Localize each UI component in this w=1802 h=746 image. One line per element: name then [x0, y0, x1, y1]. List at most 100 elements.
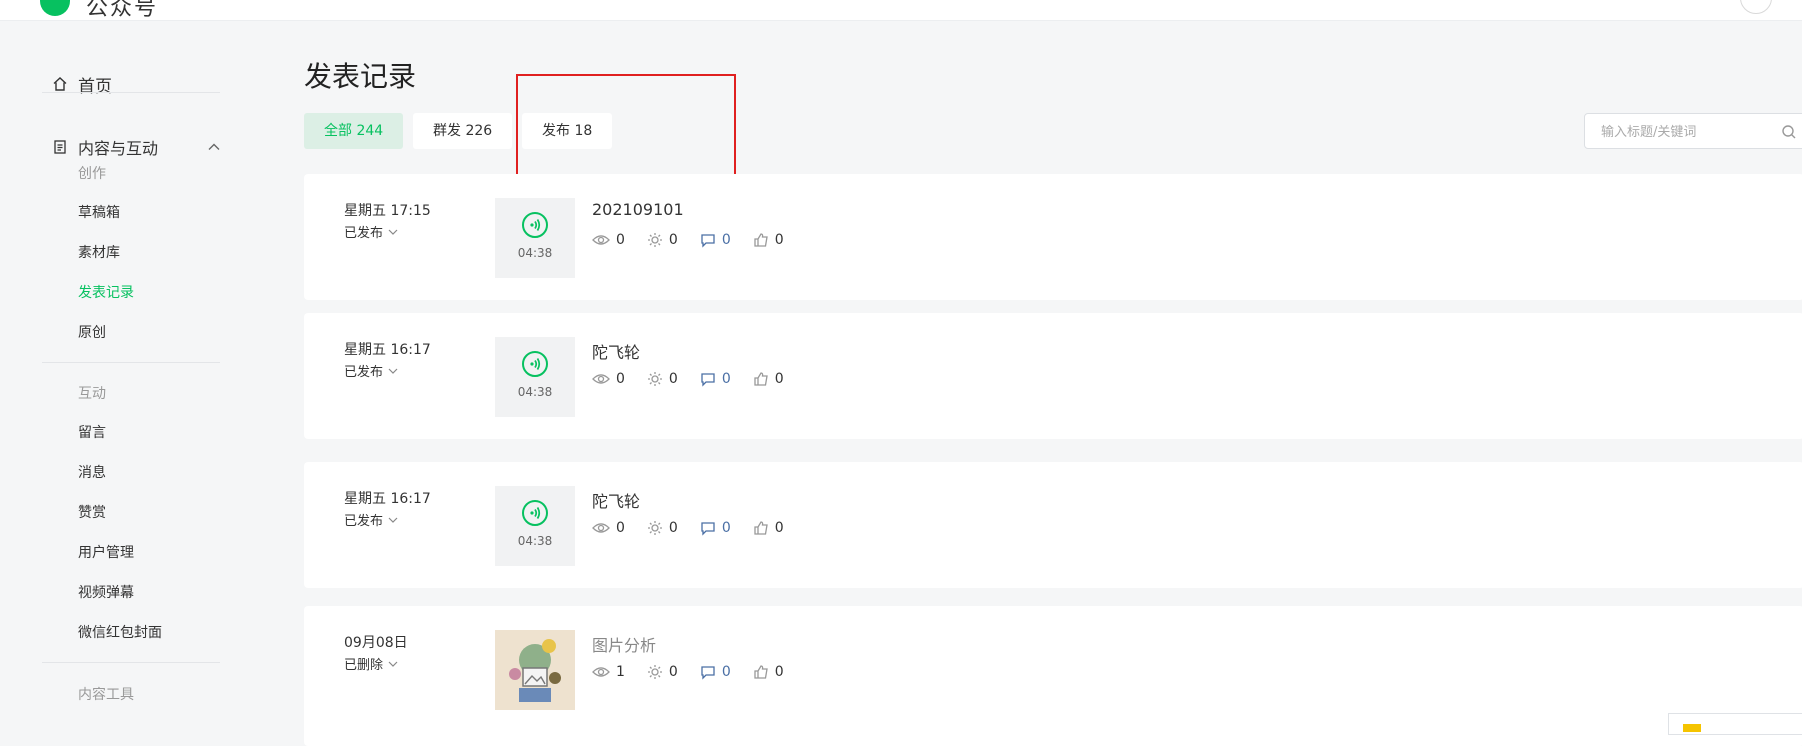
record-title[interactable]: 陀飞轮	[592, 488, 640, 512]
comment-icon	[701, 373, 715, 387]
eye-icon	[592, 235, 610, 245]
thumbs-up-icon	[754, 372, 768, 386]
stat-likes-value: 0	[774, 232, 784, 248]
stat-views-value: 0	[616, 232, 625, 248]
thumbs-up-icon	[754, 233, 768, 247]
stat-shares: 0	[647, 371, 678, 387]
logo-text: 公众号	[86, 0, 159, 21]
stat-comments-value: 0	[721, 664, 731, 680]
record-status[interactable]: 已发布	[344, 361, 399, 380]
thumbs-up-icon	[754, 665, 768, 679]
divider	[42, 362, 220, 363]
eye-icon	[592, 374, 610, 384]
eye-icon	[592, 667, 610, 677]
record-title[interactable]: 陀飞轮	[592, 339, 640, 363]
avatar[interactable]	[1740, 0, 1772, 14]
record-stats: 1 0 0 0	[592, 664, 806, 680]
share-icon	[647, 521, 662, 535]
search-box[interactable]	[1584, 113, 1802, 150]
stat-views: 0	[592, 371, 625, 387]
record-card: 星期五 17:15 已发布 04:38 202109101 0 0 0 0	[304, 174, 1802, 300]
record-status[interactable]: 已发布	[344, 510, 399, 529]
stat-shares-value: 0	[668, 232, 678, 248]
stat-comments[interactable]: 0	[700, 371, 731, 387]
chevron-down-icon	[388, 517, 398, 523]
top-bar: 公众号	[0, 0, 1802, 21]
record-status[interactable]: 已发布	[344, 222, 399, 241]
stat-likes: 0	[753, 664, 784, 680]
record-stats: 0 0 0 0	[592, 232, 806, 248]
record-time: 星期五 16:17	[344, 491, 431, 507]
stat-views-value: 0	[616, 371, 625, 387]
divider	[42, 662, 220, 663]
record-thumbnail[interactable]: 04:38	[495, 198, 575, 278]
stat-comments[interactable]: 0	[700, 232, 731, 248]
document-icon	[54, 140, 66, 154]
stat-likes: 0	[753, 232, 784, 248]
comment-icon	[701, 234, 715, 248]
chevron-down-icon	[388, 661, 398, 667]
comment-icon	[701, 666, 715, 680]
record-title[interactable]: 202109101	[592, 200, 684, 219]
comment-icon	[701, 522, 715, 536]
sidebar-section-interaction: 互动	[78, 386, 106, 402]
stat-comments-value: 0	[721, 371, 731, 387]
record-card: 星期五 16:17 已发布 04:38 陀飞轮 0 0 0 0	[304, 462, 1802, 588]
record-card: 09月08日 已删除 图片分析 1 0 0 0	[304, 606, 1802, 746]
record-duration: 04:38	[517, 246, 553, 260]
sidebar-item-publish-records[interactable]: 发表记录	[78, 282, 134, 302]
stat-shares: 0	[647, 664, 678, 680]
record-status[interactable]: 已删除	[344, 654, 399, 673]
record-status-label: 已发布	[344, 226, 384, 241]
tab-all[interactable]: 全部 244	[304, 113, 404, 149]
stat-comments-value: 0	[721, 520, 731, 536]
share-icon	[647, 372, 662, 386]
stat-likes-value: 0	[774, 520, 784, 536]
sidebar-item-rewards[interactable]: 赞赏	[78, 502, 106, 522]
thumbs-up-icon	[754, 521, 768, 535]
stat-comments[interactable]: 0	[700, 520, 731, 536]
audio-icon	[522, 351, 548, 377]
eye-icon	[592, 523, 610, 533]
stat-likes-value: 0	[774, 664, 784, 680]
record-stats: 0 0 0 0	[592, 371, 806, 387]
stat-shares: 0	[647, 520, 678, 536]
stat-comments[interactable]: 0	[700, 664, 731, 680]
stat-shares-value: 0	[668, 664, 678, 680]
stat-shares-value: 0	[668, 371, 678, 387]
stat-views-value: 1	[616, 664, 625, 680]
search-input[interactable]	[1599, 114, 1793, 150]
record-thumbnail[interactable]	[495, 630, 575, 710]
corner-popup[interactable]	[1668, 713, 1802, 735]
stat-views: 1	[592, 664, 625, 680]
record-thumbnail[interactable]: 04:38	[495, 337, 575, 417]
tab-mass-send[interactable]: 群发 226	[413, 113, 513, 149]
audio-icon	[522, 500, 548, 526]
stat-likes-value: 0	[774, 371, 784, 387]
sidebar-item-home[interactable]: 首页	[52, 64, 112, 104]
record-title[interactable]: 图片分析	[592, 632, 656, 656]
sidebar-item-video-danmaku[interactable]: 视频弹幕	[78, 582, 134, 602]
stat-views: 0	[592, 232, 625, 248]
chevron-up-icon[interactable]	[206, 139, 222, 155]
sidebar-item-materials[interactable]: 素材库	[78, 242, 120, 262]
audio-icon	[522, 212, 548, 238]
record-thumbnail[interactable]: 04:38	[495, 486, 575, 566]
sidebar-item-original[interactable]: 原创	[78, 322, 106, 342]
stat-views-value: 0	[616, 520, 625, 536]
sidebar-item-user-management[interactable]: 用户管理	[78, 542, 134, 562]
note-icon	[1683, 724, 1701, 732]
sidebar-item-comments[interactable]: 留言	[78, 422, 106, 442]
sidebar-group-content[interactable]: 内容与互动	[52, 127, 222, 167]
record-time: 星期五 16:17	[344, 342, 431, 358]
stat-comments-value: 0	[721, 232, 731, 248]
sidebar-section-content-tools: 内容工具	[78, 687, 134, 703]
record-time: 星期五 17:15	[344, 203, 431, 219]
stat-views: 0	[592, 520, 625, 536]
sidebar: 首页 内容与互动 创作 草稿箱 素材库 发表记录 原创 互动 留言 消息 赞赏 …	[0, 20, 260, 728]
search-icon[interactable]	[1781, 124, 1797, 140]
sidebar-item-messages[interactable]: 消息	[78, 462, 106, 482]
sidebar-item-drafts[interactable]: 草稿箱	[78, 202, 120, 222]
sidebar-item-red-packet-cover[interactable]: 微信红包封面	[78, 622, 162, 642]
record-duration: 04:38	[517, 385, 553, 399]
